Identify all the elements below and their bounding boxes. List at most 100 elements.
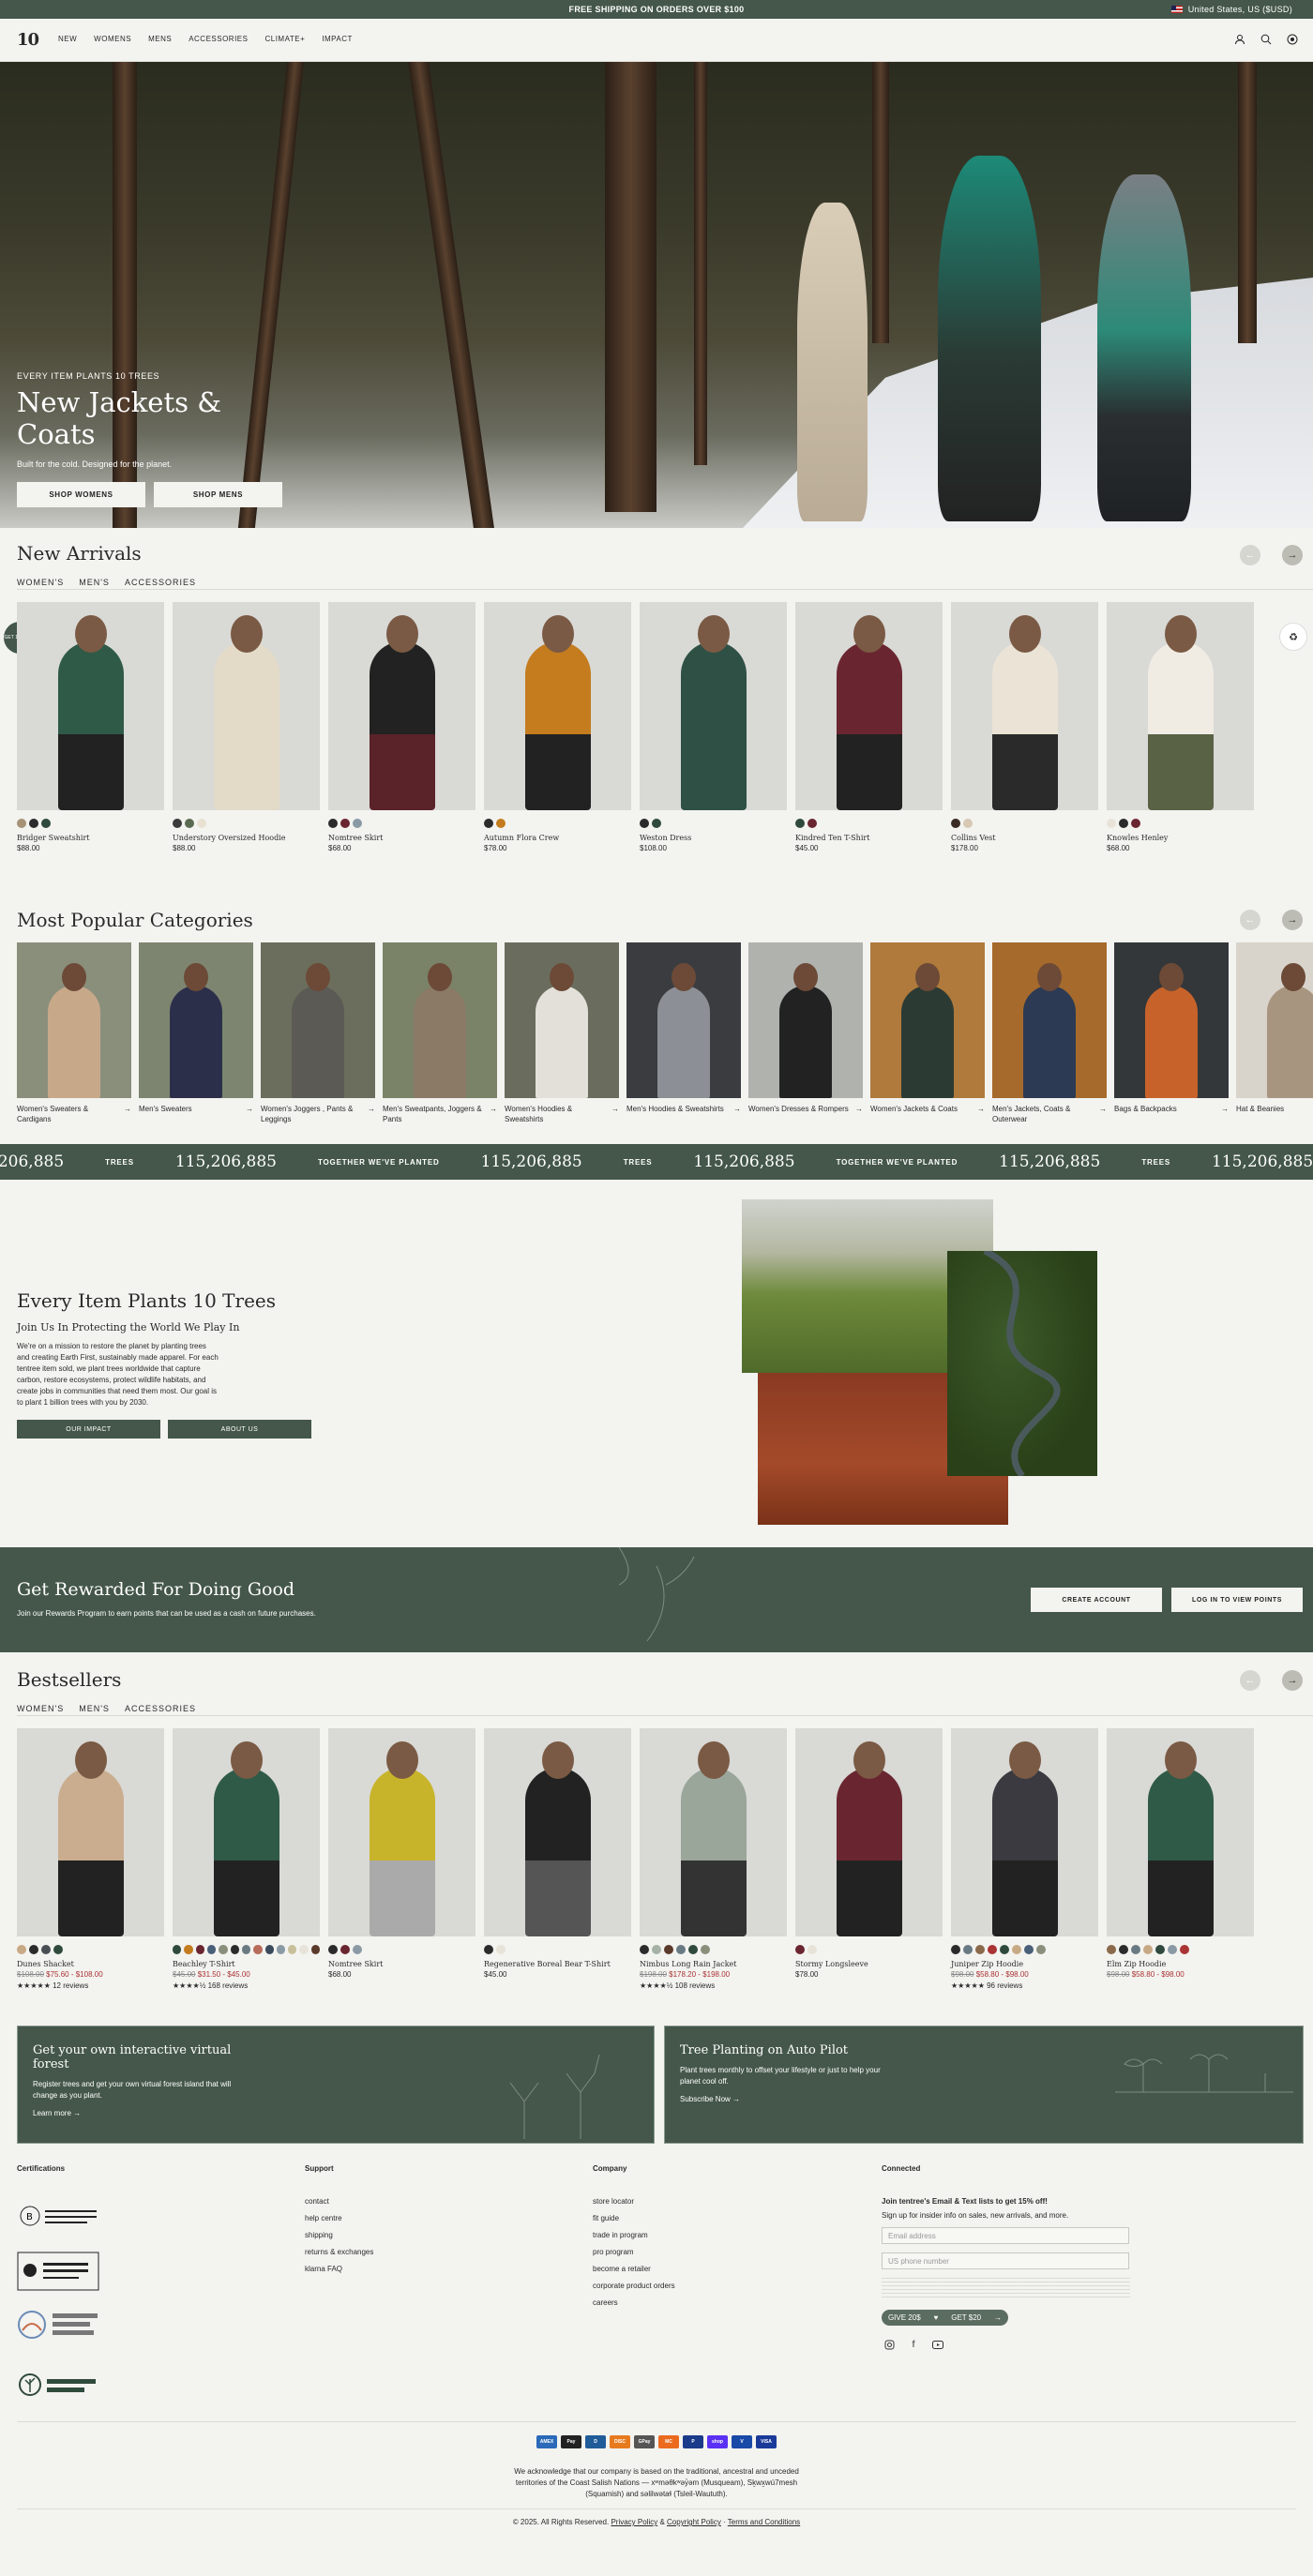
category-card[interactable]: Hat & Beanies→	[1236, 942, 1313, 1124]
product-card[interactable]: Elm Zip Hoodie $98.00 $58.80 - $98.00	[1107, 1728, 1254, 1990]
category-image[interactable]	[870, 942, 985, 1098]
privacy-policy-link[interactable]: Privacy Policy	[611, 2518, 657, 2526]
color-swatch[interactable]	[264, 1945, 274, 1954]
virtual-forest-promo[interactable]: Get your own interactive virtual forest …	[17, 2026, 655, 2144]
facebook-icon[interactable]: f	[906, 2337, 921, 2352]
color-swatch[interactable]	[963, 1945, 973, 1954]
color-swatch[interactable]	[276, 1945, 286, 1954]
our-impact-button[interactable]: OUR IMPACT	[17, 1420, 160, 1439]
product-image[interactable]	[173, 1728, 320, 1936]
search-icon[interactable]	[1259, 32, 1274, 47]
shop-womens-button[interactable]: SHOP WOMENS	[17, 482, 145, 507]
product-card[interactable]: Nimbus Long Rain Jacket $198.00 $178.20 …	[640, 1728, 787, 1990]
instagram-icon[interactable]	[882, 2337, 897, 2352]
category-image[interactable]	[626, 942, 741, 1098]
product-name[interactable]: Weston Dress	[640, 834, 787, 842]
product-image[interactable]	[1107, 1728, 1254, 1936]
color-swatch[interactable]	[197, 819, 206, 828]
color-swatch[interactable]	[951, 1945, 960, 1954]
region-selector[interactable]: United States, US ($USD)	[1170, 0, 1292, 19]
color-swatch[interactable]	[652, 819, 661, 828]
color-swatch[interactable]	[353, 819, 362, 828]
color-swatch[interactable]	[29, 819, 38, 828]
category-image[interactable]	[139, 942, 253, 1098]
color-swatch[interactable]	[173, 1945, 182, 1954]
footer-link-klarna[interactable]: klarna FAQ	[305, 2265, 373, 2273]
color-swatch[interactable]	[230, 1945, 239, 1954]
product-card[interactable]: Autumn Flora Crew $78.00	[484, 602, 631, 852]
product-name[interactable]: Juniper Zip Hoodie	[951, 1960, 1098, 1968]
email-field[interactable]: Email address	[882, 2227, 1129, 2244]
product-name[interactable]: Understory Oversized Hoodie	[173, 834, 320, 842]
phone-field[interactable]: US phone number	[882, 2252, 1129, 2269]
color-swatch[interactable]	[701, 1945, 710, 1954]
product-card[interactable]: Weston Dress $108.00	[640, 602, 787, 852]
color-swatch[interactable]	[328, 819, 338, 828]
category-card[interactable]: Women's Joggers , Pants & Leggings →	[261, 942, 375, 1124]
color-swatch[interactable]	[496, 819, 506, 828]
create-account-button[interactable]: CREATE ACCOUNT	[1031, 1588, 1162, 1612]
rewards-widget-icon[interactable]: ♻	[1279, 623, 1307, 651]
product-name[interactable]: Nomtree Skirt	[328, 834, 475, 842]
product-name[interactable]: Stormy Longsleeve	[795, 1960, 943, 1968]
color-swatch[interactable]	[1119, 819, 1128, 828]
product-card[interactable]: Beachley T-Shirt $45.00 $31.50 - $45.00 ★…	[173, 1728, 321, 1990]
category-card[interactable]: Men's Sweaters →	[139, 942, 253, 1124]
color-swatch[interactable]	[496, 1945, 506, 1954]
color-swatch[interactable]	[253, 1945, 263, 1954]
category-label[interactable]: Women's Dresses & Rompers	[748, 1104, 849, 1114]
shop-mens-button[interactable]: SHOP MENS	[154, 482, 282, 507]
category-card[interactable]: Women's Jackets & Coats →	[870, 942, 985, 1124]
product-image[interactable]	[640, 1728, 787, 1936]
carousel-next-button[interactable]: →	[1282, 545, 1303, 565]
category-label[interactable]: Men's Sweatpants, Joggers & Pants	[383, 1104, 490, 1124]
product-card[interactable]: Knowles Henley $68.00	[1107, 602, 1254, 852]
color-swatch[interactable]	[1107, 819, 1116, 828]
color-swatch[interactable]	[951, 819, 960, 828]
color-swatch[interactable]	[988, 1945, 997, 1954]
color-swatch[interactable]	[688, 1945, 698, 1954]
nav-new[interactable]: NEW	[58, 35, 77, 43]
bestsellers-next-button[interactable]: →	[1282, 1670, 1303, 1691]
category-card[interactable]: Men's Hoodies & Sweatshirts →	[626, 942, 741, 1124]
category-image[interactable]	[1114, 942, 1229, 1098]
product-image[interactable]	[17, 602, 164, 810]
nav-climate[interactable]: CLIMATE+	[264, 35, 305, 43]
color-swatch[interactable]	[1024, 1945, 1034, 1954]
category-label[interactable]: Men's Jackets, Coats & Outerwear	[992, 1104, 1099, 1124]
color-swatch[interactable]	[184, 1945, 193, 1954]
nav-accessories[interactable]: ACCESSORIES	[189, 35, 248, 43]
category-label[interactable]: Hat & Beanies	[1236, 1104, 1284, 1114]
color-swatch[interactable]	[1000, 1945, 1009, 1954]
product-name[interactable]: Regenerative Boreal Bear T-Shirt	[484, 1960, 631, 1968]
color-swatch[interactable]	[299, 1945, 309, 1954]
category-card[interactable]: Bags & Backpacks →	[1114, 942, 1229, 1124]
product-image[interactable]	[328, 1728, 475, 1936]
color-swatch[interactable]	[975, 1945, 985, 1954]
youtube-icon[interactable]	[930, 2337, 945, 2352]
color-swatch[interactable]	[640, 1945, 649, 1954]
category-label[interactable]: Men's Sweaters	[139, 1104, 192, 1114]
category-image[interactable]	[992, 942, 1107, 1098]
login-view-points-button[interactable]: LOG IN TO VIEW POINTS	[1171, 1588, 1303, 1612]
product-image[interactable]	[17, 1728, 164, 1936]
color-swatch[interactable]	[1107, 1945, 1116, 1954]
color-swatch[interactable]	[310, 1945, 321, 1954]
color-swatch[interactable]	[17, 1945, 26, 1954]
color-swatch[interactable]	[652, 1945, 661, 1954]
product-image[interactable]	[173, 602, 320, 810]
nav-mens[interactable]: MENS	[148, 35, 172, 43]
category-image[interactable]	[748, 942, 863, 1098]
color-swatch[interactable]	[173, 819, 182, 828]
color-swatch[interactable]	[185, 819, 194, 828]
color-swatch[interactable]	[963, 819, 973, 828]
product-name[interactable]: Autumn Flora Crew	[484, 834, 631, 842]
auto-pilot-promo[interactable]: Tree Planting on Auto Pilot Plant trees …	[664, 2026, 1304, 2144]
product-image[interactable]	[951, 1728, 1098, 1936]
footer-link-shipping[interactable]: shipping	[305, 2231, 373, 2239]
product-image[interactable]	[328, 602, 475, 810]
color-swatch[interactable]	[206, 1945, 217, 1954]
product-name[interactable]: Beachley T-Shirt	[173, 1960, 320, 1968]
product-name[interactable]: Bridger Sweatshirt	[17, 834, 164, 842]
color-swatch[interactable]	[340, 819, 350, 828]
